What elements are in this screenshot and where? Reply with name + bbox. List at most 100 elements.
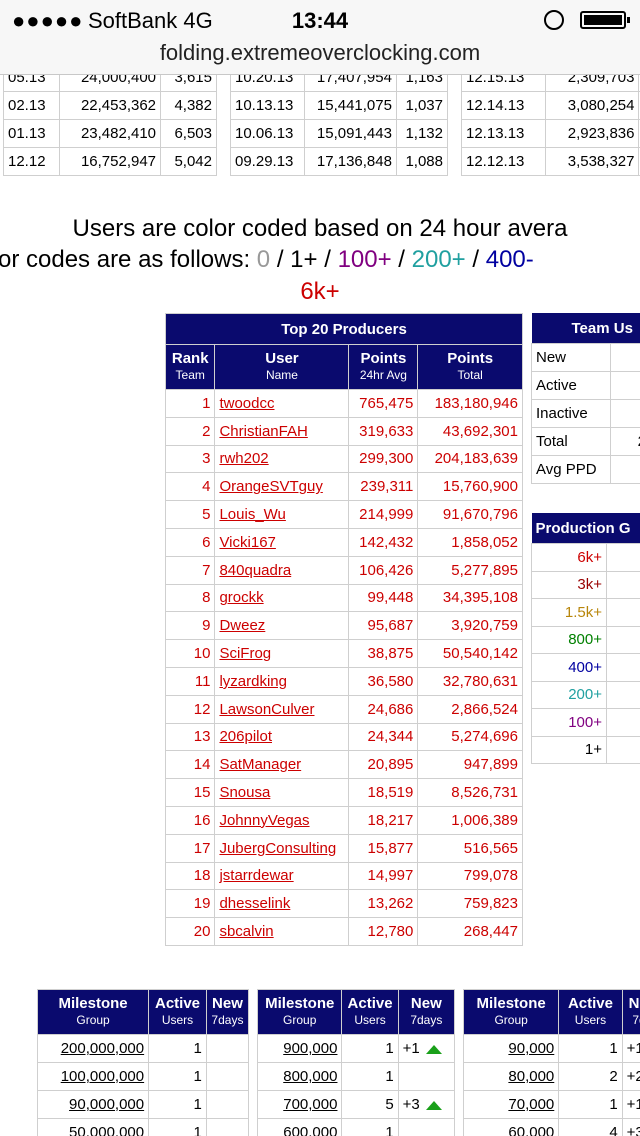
new-users-cell (397, 1062, 456, 1091)
address-bar[interactable]: folding.extremeoverclocking.com (0, 40, 640, 75)
user-link[interactable]: twoodcc (214, 389, 350, 418)
rank-cell: 3 (164, 444, 216, 474)
producer-row: 4 OrangeSVTguy 239,311 15,760,900 (164, 472, 523, 502)
producer-row: 1 twoodcc 765,475 183,180,946 (164, 389, 523, 418)
producer-row: 15 Snousa 18,519 8,526,731 (164, 778, 523, 807)
user-link[interactable]: Snousa (214, 778, 350, 807)
producer-row: 20 sbcalvin 12,780 268,447 (164, 917, 523, 946)
points-avg-cell: 24,344 (348, 722, 419, 752)
user-link[interactable]: SatManager (214, 750, 350, 780)
points-total-cell: 15,760,900 (417, 472, 523, 502)
user-link[interactable]: dhesselink (214, 889, 350, 919)
rank-cell: 8 (164, 583, 216, 613)
milestone-group-link[interactable]: 80,000 (462, 1062, 560, 1091)
user-link[interactable]: grockk (214, 583, 350, 613)
active-users-cell: 1 (148, 1118, 207, 1136)
active-users-header: Active Users (148, 989, 207, 1035)
producer-row: 3 rwh202 299,300 204,183,639 (164, 444, 523, 474)
team-users-label: New (531, 343, 611, 372)
milestone-group-link[interactable]: 50,000,000 (36, 1118, 150, 1136)
milestone-group-link[interactable]: 800,000 (256, 1062, 343, 1091)
user-link[interactable]: lyzardking (214, 666, 350, 696)
milestone-group-link[interactable]: 70,000 (462, 1090, 560, 1119)
milestone-group-link[interactable]: 100,000,000 (36, 1062, 150, 1091)
production-groups-table: Production G 6k+ 3k+ 1.5k+ 800+ 400+ 200+ 100+… (531, 513, 640, 764)
team-users-row: Inactive (531, 399, 640, 428)
active-users-header: Active Users (341, 989, 399, 1035)
user-link[interactable]: 206pilot (214, 722, 350, 752)
production-group-row: 1+ (531, 735, 640, 764)
user-link[interactable]: sbcalvin (214, 917, 350, 946)
points-avg-cell: 18,519 (348, 778, 419, 807)
rank-cell: 7 (164, 555, 216, 585)
user-link[interactable]: JohnnyVegas (214, 805, 350, 835)
user-link[interactable]: ChristianFAH (214, 416, 350, 446)
history-table-3: 12.15.132,309,7034 12.14.133,080,254412.… (461, 75, 640, 176)
history-row: 02.13 22,453,362 4,382 (3, 91, 217, 120)
history-row: 10.06.13 15,091,443 1,132 (230, 119, 449, 148)
production-group-row: 200+ (531, 680, 640, 709)
production-groups-title: Production G (531, 513, 640, 544)
user-link[interactable]: rwh202 (214, 444, 350, 474)
points-avg-cell: 142,432 (348, 527, 419, 557)
url-text[interactable]: folding.extremeoverclocking.com (160, 40, 480, 65)
user-link[interactable]: OrangeSVTguy (214, 472, 350, 502)
producer-row: 7 840quadra 106,426 5,277,895 (164, 555, 523, 585)
milestone-table-3: MilestoneGroupActiveUsersNev7da90,0001+1… (462, 989, 640, 1136)
page-content[interactable]: 05.13 24,000,400 3,615 02.13 22,453,362 4,38… (0, 75, 640, 1136)
history-cell: 5,042 (160, 147, 217, 176)
milestone-row: 90,000 1 +1 (462, 1034, 640, 1063)
history-cell: 12.12.13 (461, 147, 546, 176)
user-header: User Name (214, 344, 350, 390)
new-7days-header: Nev7da (621, 989, 640, 1035)
milestone-row: 700,000 5 +3 (256, 1090, 456, 1119)
points-total-cell: 1,006,389 (417, 805, 523, 835)
rank-cell: 15 (164, 778, 216, 807)
points-avg-cell: 299,300 (348, 444, 419, 474)
user-link[interactable]: LawsonCulver (214, 694, 350, 724)
milestone-group-link[interactable]: 900,000 (256, 1034, 343, 1063)
points-total-cell: 34,395,108 (417, 583, 523, 613)
history-cell: 3,080,254 (544, 91, 640, 120)
active-users-cell: 1 (341, 1034, 399, 1063)
points-total-cell: 50,540,142 (417, 639, 523, 668)
new-users-cell: +1 (621, 1034, 640, 1063)
production-group-value (606, 625, 640, 654)
rank-cell: 17 (164, 833, 216, 863)
milestone-group-header: Milestone Group (256, 989, 343, 1035)
history-cell: 1,037 (395, 91, 449, 120)
user-link[interactable]: JubergConsulting (214, 833, 350, 863)
rank-cell: 9 (164, 611, 216, 641)
user-link[interactable]: 840quadra (214, 555, 350, 585)
milestone-group-link[interactable]: 90,000,000 (36, 1090, 150, 1119)
production-group-label: 800+ (531, 625, 607, 654)
points-avg-cell: 36,580 (348, 666, 419, 696)
milestone-group-link[interactable]: 60,000 (462, 1118, 560, 1136)
milestone-table-1: Milestone Group Active Users New 7days 200,000… (36, 989, 250, 1136)
history-cell: 15,091,443 (303, 119, 397, 148)
user-link[interactable]: SciFrog (214, 639, 350, 668)
points-total-cell: 32,780,631 (417, 666, 523, 696)
points-avg-cell: 24,686 (348, 694, 419, 724)
milestone-group-link[interactable]: 700,000 (256, 1090, 343, 1119)
history-cell: 6,503 (160, 119, 217, 148)
user-link[interactable]: Vicki167 (214, 527, 350, 557)
new-users-cell: +1 (621, 1090, 640, 1119)
team-users-row: Avg PPD (531, 455, 640, 484)
user-link[interactable]: jstarrdewar (214, 861, 350, 891)
up-arrow-icon (425, 1100, 442, 1110)
history-cell: 4,382 (160, 91, 217, 120)
milestone-group-link[interactable]: 600,000 (256, 1118, 343, 1136)
milestone-group-header: Milestone Group (462, 989, 560, 1035)
team-users-value (610, 399, 640, 428)
milestone-row: 200,000,000 1 (36, 1034, 250, 1063)
history-cell: 12.14.13 (461, 91, 546, 120)
rank-cell: 2 (164, 416, 216, 446)
team-users-row: Active (531, 371, 640, 400)
milestone-group-link[interactable]: 90,000 (462, 1034, 560, 1063)
milestone-group-link[interactable]: 200,000,000 (36, 1034, 150, 1063)
user-link[interactable]: Louis_Wu (214, 500, 350, 529)
producer-row: 2 ChristianFAH 319,633 43,692,301 (164, 416, 523, 446)
points-avg-cell: 18,217 (348, 805, 419, 835)
user-link[interactable]: Dweez (214, 611, 350, 641)
